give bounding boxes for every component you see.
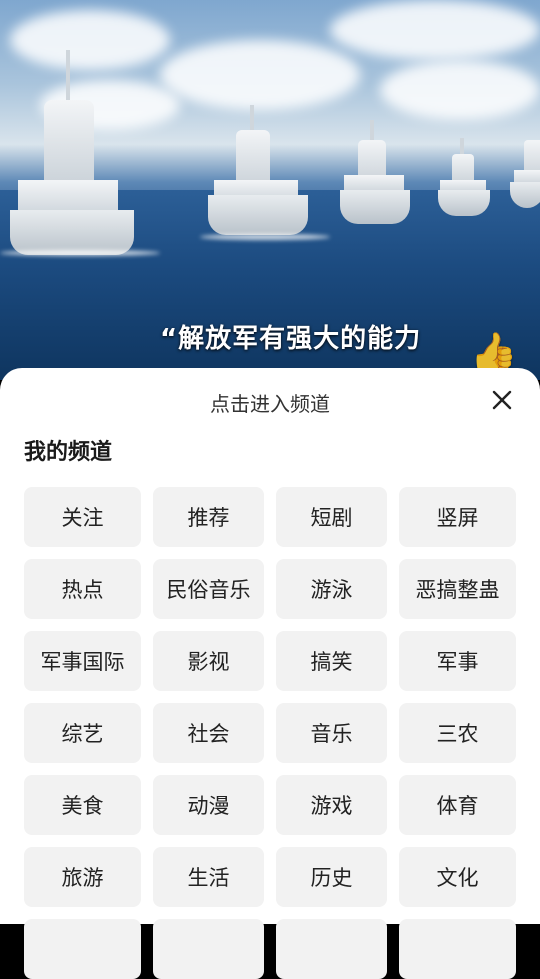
channel-sheet: 点击进入频道 我的频道 关注 推荐 短剧 竖屏 热点 民俗音乐 游泳 恶搞整蛊 … [0,368,540,979]
my-channels-label: 我的频道 [24,440,113,465]
channel-chip[interactable]: 三农 [399,703,516,763]
channel-chip[interactable]: 文化 [399,847,516,907]
channel-chip[interactable]: 恶搞整蛊 [399,559,516,619]
channel-chip[interactable]: 体育 [399,775,516,835]
cloud [380,60,540,120]
channel-grid: 关注 推荐 短剧 竖屏 热点 民俗音乐 游泳 恶搞整蛊 军事国际 影视 搞笑 军… [24,487,516,979]
channel-chip[interactable]: 生活 [153,847,264,907]
channel-chip[interactable]: 历史 [276,847,387,907]
cloud [160,40,360,110]
ship-wake [0,250,160,256]
channel-chip[interactable]: 关注 [24,487,141,547]
channel-chip[interactable]: 动漫 [153,775,264,835]
channel-chip[interactable]: 推荐 [153,487,264,547]
cloud [330,0,540,60]
channel-chip[interactable]: 搞笑 [276,631,387,691]
close-icon[interactable] [490,388,514,412]
channel-chip[interactable]: 短剧 [276,487,387,547]
channel-chip[interactable]: 竖屏 [399,487,516,547]
channel-chip[interactable]: 影视 [153,631,264,691]
channel-chip[interactable]: 游戏 [276,775,387,835]
channel-chip-partial[interactable] [24,919,141,979]
channel-chip[interactable]: 热点 [24,559,141,619]
sheet-title: 点击进入频道 [210,392,330,416]
video-subtitle: “解放军有强大的能力 [160,324,422,354]
channel-chip[interactable]: 军事 [399,631,516,691]
channel-chip-partial[interactable] [276,919,387,979]
channel-chip[interactable]: 社会 [153,703,264,763]
channel-chip[interactable]: 音乐 [276,703,387,763]
channel-chip[interactable]: 旅游 [24,847,141,907]
channel-chip-partial[interactable] [399,919,516,979]
channel-chip[interactable]: 综艺 [24,703,141,763]
channel-chip[interactable]: 美食 [24,775,141,835]
channel-chip[interactable]: 游泳 [276,559,387,619]
ship-wake [200,234,330,240]
channel-chip[interactable]: 民俗音乐 [153,559,264,619]
cloud [10,10,170,70]
video-player[interactable]: “解放军有强大的能力 👍 [0,0,540,380]
channel-chip-partial[interactable] [153,919,264,979]
channel-chip[interactable]: 军事国际 [24,631,141,691]
